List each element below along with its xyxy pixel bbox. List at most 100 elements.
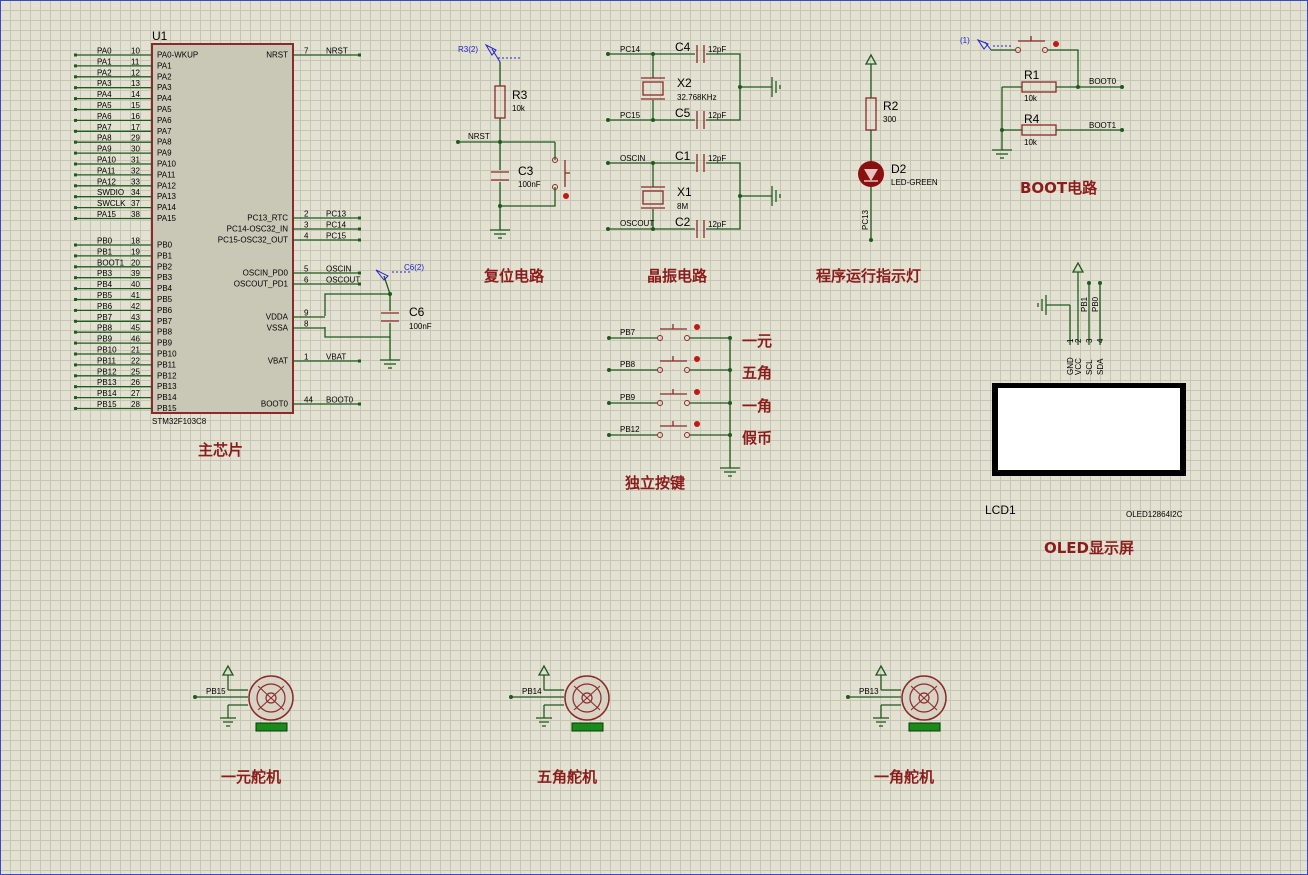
mcu-net-label: PA5	[97, 101, 112, 110]
c2-value: 12pF	[708, 220, 726, 229]
servo-net-label: PB15	[206, 687, 226, 696]
mcu-pin-number: 25	[131, 367, 140, 376]
mcu-pin-number: 32	[131, 166, 140, 175]
c6-probe: C6(2)	[404, 263, 424, 272]
mcu-net-label: PB13	[97, 378, 117, 387]
mcu-pin-name: PA10	[157, 160, 177, 169]
mcu-pin-name: PA3	[157, 83, 172, 92]
servo-pb13[interactable]: PB13 一角舵机	[846, 664, 947, 786]
mcu-pin-number: 19	[131, 247, 140, 256]
mcu-pin-number: 46	[131, 335, 140, 344]
mcu-pin-name: PA7	[157, 127, 172, 136]
mcu-net-label: PB3	[97, 269, 113, 278]
net-oscin: OSCIN	[620, 154, 646, 163]
mcu-pin-number: 22	[131, 356, 140, 365]
mcu-caption: 主芯片	[198, 441, 243, 459]
net-pc14: PC14	[620, 45, 641, 54]
resistor-r4[interactable]	[1021, 124, 1057, 136]
mcu-pin-number: 15	[131, 101, 140, 110]
mcu-u1[interactable]: U1 STM32F103C8 PA0 10 PA0-WKUPPA1 11 PA1PA2 1…	[74, 29, 432, 426]
mcu-pin-number: 43	[131, 313, 140, 322]
oled-lcd1[interactable]: PB1 PB0 1GND2VCC3SCL4SDA LCD1 OLED12864I…	[985, 261, 1186, 519]
mcu-pin-name: PA0-WKUP	[157, 51, 198, 60]
mcu-net-label: PB5	[97, 291, 113, 300]
servo-pb15[interactable]: PB15 一元舵机	[193, 664, 294, 786]
servos[interactable]: PB15 一元舵机 PB14 五角舵机 PB13 一角舵机	[193, 664, 947, 786]
mcu-pin-number: 14	[131, 90, 140, 99]
net-oscout: OSCOUT	[620, 219, 654, 228]
button-net-label: PB9	[620, 393, 636, 402]
push-button-pb8[interactable]: PB8 五角	[607, 356, 772, 382]
oled-net-pb0: PB0	[1091, 296, 1100, 312]
mcu-net-label: PB11	[97, 356, 117, 365]
r4-ref: R4	[1024, 112, 1040, 126]
mcu-net-label: SWDIO	[97, 188, 124, 197]
c5-value: 12pF	[708, 111, 726, 120]
mcu-pin-name: PB4	[157, 284, 173, 293]
mcu-net-label: BOOT1	[97, 258, 125, 267]
c6-value: 100nF	[409, 322, 432, 331]
mcu-pin-name: PA4	[157, 94, 172, 103]
buttons-circuit[interactable]: PB7 一元 PB8 五角 PB9 一角 PB12 假币	[607, 324, 772, 477]
push-button-pb7[interactable]: PB7 一元	[607, 324, 772, 350]
mcu-pin-name: PB7	[157, 317, 173, 326]
crystal-circuit[interactable]: PC14 PC15 C4 12pF X2 32.768KHz C5 12pF O…	[606, 40, 781, 238]
mcu-pin-number: 10	[131, 47, 140, 56]
mcu-pin-number: 45	[131, 324, 140, 333]
mcu-pin-number: 31	[131, 156, 140, 165]
mcu-pin-number: 4	[304, 232, 309, 241]
mcu-pin-name: PA15	[157, 214, 177, 223]
mcu-pin-number: 8	[304, 320, 309, 329]
mcu-pin-name: PB6	[157, 306, 173, 315]
mcu-pin-name: PA5	[157, 105, 172, 114]
mcu-pin-number: 2	[304, 210, 309, 219]
mcu-pin-name: PA6	[157, 116, 172, 125]
mcu-pin-number: 18	[131, 237, 140, 246]
mcu-pin-number: 27	[131, 389, 140, 398]
c4-ref: C4	[675, 40, 691, 54]
mcu-net-label: PB7	[97, 313, 113, 322]
x1-ref: X1	[677, 185, 692, 199]
oled-pins: 1GND2VCC3SCL4SDA	[1066, 338, 1105, 375]
mcu-pin-name: PB10	[157, 350, 177, 359]
resistor-r1[interactable]	[1021, 81, 1057, 93]
mcu-net-label: PC15	[326, 232, 347, 241]
resistor-r3[interactable]	[494, 85, 506, 119]
c2-ref: C2	[675, 215, 691, 229]
mcu-pin-number: 37	[131, 199, 140, 208]
c1-ref: C1	[675, 149, 691, 163]
oled-pin-name: SDA	[1096, 358, 1105, 375]
r2-value: 300	[883, 115, 897, 124]
mcu-pin-name: PB1	[157, 251, 173, 260]
oled-pin-number: 4	[1096, 338, 1105, 343]
c3-ref: C3	[518, 164, 534, 178]
x2-ref: X2	[677, 76, 692, 90]
mcu-pin-number: 7	[304, 47, 309, 56]
mcu-net-label: PA4	[97, 90, 112, 99]
mcu-net-label: PB14	[97, 389, 117, 398]
mcu-pin-name: PB14	[157, 393, 177, 402]
mcu-pin-name: PB2	[157, 262, 173, 271]
servo-net-label: PB13	[859, 687, 879, 696]
mcu-pin-number: 21	[131, 346, 140, 355]
boot-circuit[interactable]: (1) R1 10k BOOT0 R4 10k BOOT1	[960, 36, 1124, 159]
reset-circuit[interactable]: R3(2) R3 10k NRST C3 100nF	[456, 43, 570, 239]
oled-pin-number: 2	[1074, 338, 1083, 343]
mcu-pin-number: 9	[304, 309, 309, 318]
oled-pin-number: 3	[1085, 338, 1094, 343]
schematic-canvas[interactable]: U1 STM32F103C8 PA0 10 PA0-WKUPPA1 11 PA1PA2 1…	[0, 0, 1308, 875]
button-net-label: PB12	[620, 425, 640, 434]
indicator-circuit[interactable]: R2 300 D2 LED-GREEN PC13	[858, 53, 938, 242]
push-button-pb12[interactable]: PB12 假币	[607, 421, 772, 447]
resistor-r2[interactable]	[865, 97, 877, 131]
push-button-pb9[interactable]: PB9 一角	[607, 389, 772, 415]
mcu-pin-name: PA1	[157, 61, 172, 70]
mcu-pin-name: PB15	[157, 404, 177, 413]
mcu-pin-name: PB8	[157, 328, 173, 337]
net-pc15: PC15	[620, 111, 641, 120]
servo-pb14[interactable]: PB14 五角舵机	[509, 664, 610, 786]
r4-value: 10k	[1024, 138, 1038, 147]
crystal-caption: 晶振电路	[647, 267, 708, 285]
r1-value: 10k	[1024, 94, 1038, 103]
mcu-net-label: VBAT	[326, 353, 346, 362]
